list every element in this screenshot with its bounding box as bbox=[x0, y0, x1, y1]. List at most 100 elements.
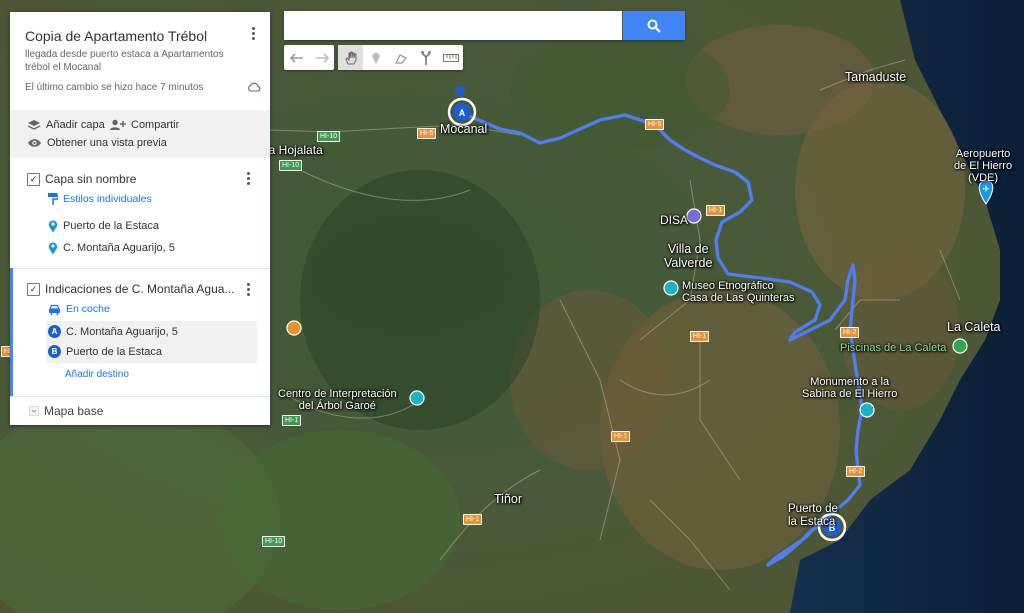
divider bbox=[10, 268, 270, 269]
base-map-label: Mapa base bbox=[44, 404, 104, 418]
directions-icon bbox=[420, 50, 431, 65]
route-stop-label: C. Montaña Aguarijo, 5 bbox=[66, 325, 178, 338]
road-shield: HI-10 bbox=[317, 131, 341, 142]
directions-button[interactable] bbox=[413, 45, 438, 70]
centro-pin-icon bbox=[409, 390, 425, 406]
road-shield: HI-1 bbox=[282, 415, 302, 426]
place-label: Monumento a la Sabina de El Hierro bbox=[802, 376, 898, 400]
layer-1-header[interactable]: ✓ Capa sin nombre bbox=[27, 172, 136, 186]
map-title[interactable]: Copia de Apartamento Trébol bbox=[25, 28, 207, 44]
route-stop[interactable]: A C. Montaña Aguarijo, 5 bbox=[48, 325, 178, 338]
share-label: Compartir bbox=[131, 119, 180, 131]
divider bbox=[10, 396, 270, 397]
paint-roller-icon bbox=[48, 193, 58, 205]
route-stop[interactable]: B Puerto de la Estaca bbox=[48, 345, 162, 358]
museum-pin-icon bbox=[663, 280, 679, 296]
base-map-toggle[interactable]: Mapa base bbox=[29, 404, 103, 418]
redo-button[interactable] bbox=[309, 45, 334, 70]
ruler-icon bbox=[442, 53, 459, 62]
add-layer-label: Añadir capa bbox=[46, 119, 105, 131]
search-button[interactable] bbox=[623, 11, 685, 40]
place-pin-icon bbox=[48, 242, 58, 255]
disa-pin-icon bbox=[686, 208, 702, 224]
place-label: Mocanal bbox=[440, 122, 488, 136]
individual-styles-link[interactable]: Estilos individuales bbox=[48, 193, 152, 205]
marker-icon bbox=[372, 52, 379, 64]
draw-line-button[interactable] bbox=[388, 45, 413, 70]
map-toolbar bbox=[284, 45, 463, 70]
layers-icon bbox=[27, 120, 41, 130]
route-stop-label: Puerto de la Estaca bbox=[66, 345, 163, 358]
road-shield: HI-1 bbox=[463, 514, 483, 525]
preview-label: Obtener una vista previa bbox=[47, 137, 167, 149]
layer-1-name[interactable]: Capa sin nombre bbox=[45, 172, 136, 186]
active-layer-indicator bbox=[10, 268, 13, 397]
place-label: Centro de Interpretación del Árbol Garoé bbox=[278, 388, 397, 412]
pan-tool-button[interactable] bbox=[338, 45, 363, 70]
road-shield: HI-2 bbox=[840, 327, 860, 338]
route-stops: A C. Montaña Aguarijo, 5 B Puerto de la … bbox=[46, 321, 257, 363]
place-label: Tamaduste bbox=[845, 70, 907, 84]
place-label: Museo Etnográfico Casa de Las Quinteras bbox=[682, 280, 795, 304]
place-label: La Hojalata bbox=[262, 143, 323, 157]
preview-button[interactable]: Obtener una vista previa bbox=[27, 137, 167, 149]
draw-line-icon bbox=[394, 53, 407, 64]
layer-2-checkbox[interactable]: ✓ bbox=[27, 282, 40, 296]
chevron-down-icon bbox=[29, 406, 39, 416]
stop-b-icon: B bbox=[48, 345, 61, 358]
measure-button[interactable] bbox=[438, 45, 463, 70]
place-label: Villa de Valverde bbox=[664, 242, 713, 270]
layer-1-item-label: C. Montaña Aguarijo, 5 bbox=[63, 242, 175, 254]
search-input[interactable] bbox=[284, 11, 622, 40]
layer-1-item[interactable]: C. Montaña Aguarijo, 5 bbox=[48, 241, 175, 255]
road-shield: HI-10 bbox=[279, 160, 303, 171]
hand-icon bbox=[344, 51, 356, 64]
layer-2-header[interactable]: ✓ Indicaciones de C. Montaña Agua... bbox=[27, 282, 234, 296]
layer-2-options-icon[interactable] bbox=[247, 283, 251, 298]
search-bar bbox=[284, 11, 685, 40]
map-panel: Copia de Apartamento Trébol llegada desd… bbox=[10, 12, 270, 425]
place-label: Aeropuerto de El Hierro (VDE) bbox=[954, 148, 1013, 184]
redo-icon bbox=[315, 52, 329, 63]
stop-a-icon: A bbox=[48, 325, 61, 338]
place-label: Puerto de la Estaca bbox=[788, 503, 838, 528]
individual-styles-label: Estilos individuales bbox=[63, 193, 152, 205]
place-label: La Caleta bbox=[947, 320, 1001, 334]
layer-1-options-icon[interactable] bbox=[247, 172, 251, 187]
svg-text:✈: ✈ bbox=[982, 185, 990, 195]
layer-1-checkbox[interactable]: ✓ bbox=[27, 172, 40, 186]
share-button[interactable]: Compartir bbox=[109, 119, 179, 131]
monument-pin-icon bbox=[859, 402, 875, 418]
undo-icon bbox=[289, 52, 303, 63]
road-shield: HI-1 bbox=[690, 331, 710, 342]
layer-2-name[interactable]: Indicaciones de C. Montaña Agua... bbox=[45, 282, 234, 296]
add-layer-button[interactable]: Añadir capa bbox=[27, 119, 105, 131]
layer-1-item-label: Puerto de la Estaca bbox=[63, 220, 160, 232]
beach-pin-icon bbox=[952, 338, 968, 354]
map-description[interactable]: llegada desde puerto estaca a Apartament… bbox=[25, 48, 240, 74]
restaurant-pin-icon bbox=[286, 320, 302, 336]
travel-mode-label: En coche bbox=[66, 303, 110, 315]
eye-icon bbox=[28, 139, 41, 147]
map-options-icon[interactable] bbox=[252, 27, 256, 42]
layer-1-item[interactable]: Puerto de la Estaca bbox=[48, 219, 159, 233]
road-shield: HI-10 bbox=[262, 536, 286, 547]
map-actions: Añadir capa Compartir Obtener una vista … bbox=[10, 110, 270, 158]
road-shield: HI-5 bbox=[645, 119, 665, 130]
place-label: Piscinas de La Caleta bbox=[840, 342, 947, 354]
search-icon bbox=[647, 19, 661, 33]
undo-button[interactable] bbox=[284, 45, 309, 70]
road-shield: HI-1 bbox=[611, 431, 631, 442]
add-marker-button[interactable] bbox=[363, 45, 388, 70]
add-destination-link[interactable]: Añadir destino bbox=[65, 369, 129, 380]
place-label: DISA bbox=[660, 213, 689, 227]
road-shield: HI-1 bbox=[706, 205, 726, 216]
svg-text:A: A bbox=[459, 108, 466, 118]
place-pin-icon bbox=[48, 220, 58, 233]
road-shield: HI-2 bbox=[846, 466, 866, 477]
last-change-text: El último cambio se hizo hace 7 minutos bbox=[25, 82, 204, 93]
travel-mode-link[interactable]: En coche bbox=[48, 303, 110, 315]
cloud-icon bbox=[248, 82, 261, 92]
place-label: Tiñor bbox=[494, 492, 523, 506]
car-icon bbox=[49, 304, 60, 315]
